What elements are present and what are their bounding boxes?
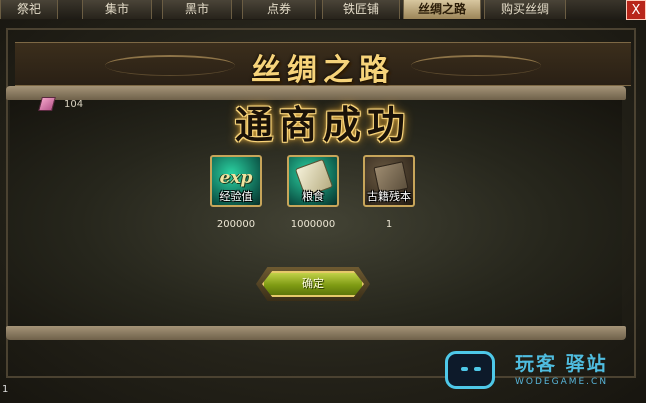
tab-market[interactable]: 集市 [82, 0, 152, 19]
logo-eye [474, 367, 481, 371]
close-icon: X [631, 3, 641, 18]
panel-title: 丝绸之路 [251, 53, 395, 88]
reward-grain: 粮食 [287, 155, 339, 207]
tab-label: 点券 [266, 2, 291, 16]
reward-value-book: 1 [385, 219, 393, 230]
watermark: 玩客 驿站 WODEGAME.CN [441, 345, 641, 397]
close-button[interactable]: X [626, 0, 646, 20]
reward-caption: 经验值 [219, 190, 253, 203]
tab-label: 祭祀 [16, 2, 41, 16]
watermark-url: WODEGAME.CN [515, 377, 609, 387]
tab-label: 黑市 [184, 2, 209, 16]
tab-label: 丝绸之路 [417, 2, 466, 16]
confirm-label: 确定 [302, 277, 324, 290]
reward-ancient-book: 古籍残本 [363, 155, 415, 207]
tab-label: 购买丝绸 [500, 2, 549, 16]
tab-blacksmith[interactable]: 铁匠铺 [322, 0, 400, 19]
tab-buy-silk[interactable]: 购买丝绸 [484, 0, 566, 19]
success-title: 通商成功 [234, 102, 411, 147]
confirm-button[interactable]: 确定 [262, 271, 364, 297]
tab-label: 铁匠铺 [342, 2, 379, 16]
tab-black-market[interactable]: 黑市 [162, 0, 232, 19]
tab-sacrifice[interactable]: 祭祀 [0, 0, 58, 19]
tab-bar: 祭祀 集市 黑市 点券 铁匠铺 丝绸之路 购买丝绸 X [0, 0, 646, 21]
reward-exp: exp 经验值 [210, 155, 262, 207]
reward-caption: 古籍残本 [367, 190, 411, 203]
tab-label: 集市 [104, 2, 129, 16]
reward-value-grain: 1000000 [290, 219, 336, 230]
robot-logo-icon [445, 351, 495, 389]
exp-icon: exp [219, 168, 253, 188]
watermark-text: 玩客 驿站 [515, 353, 608, 375]
logo-eye [461, 367, 468, 371]
tab-coupons[interactable]: 点券 [242, 0, 316, 19]
tab-silk-road[interactable]: 丝绸之路 [403, 0, 481, 19]
reward-value-exp: 200000 [216, 219, 256, 230]
reward-caption: 粮食 [302, 190, 324, 203]
status-number: 1 [2, 384, 9, 395]
